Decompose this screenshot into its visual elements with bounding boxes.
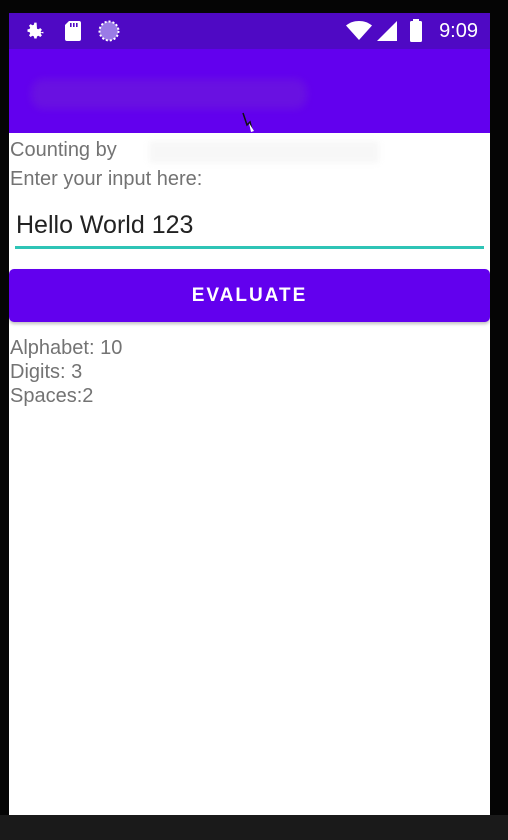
alphabet-count: Alphabet: 10	[10, 337, 123, 359]
sd-card-icon	[63, 13, 83, 49]
gear-icon	[23, 13, 47, 49]
mouse-cursor-icon	[241, 111, 257, 138]
text-input[interactable]	[15, 205, 485, 245]
input-prompt-label: Enter your input here:	[10, 168, 203, 190]
input-underline	[15, 246, 484, 249]
spaces-count: Spaces:2	[10, 385, 94, 407]
digits-count: Digits: 3	[10, 361, 83, 383]
bottom-bezel	[0, 815, 508, 840]
sync-icon	[97, 13, 121, 49]
evaluate-button[interactable]: EVALUATE	[9, 269, 490, 322]
redacted-author	[149, 141, 379, 163]
device-frame: 9:09 Counting by Enter your input here: …	[0, 0, 508, 840]
redacted-title	[31, 79, 307, 109]
signal-icon	[375, 13, 399, 49]
text-input-field[interactable]	[15, 205, 485, 249]
app-bar	[9, 49, 490, 133]
battery-icon	[409, 13, 423, 49]
status-time: 9:09	[439, 20, 478, 42]
status-bar: 9:09	[9, 13, 490, 49]
counting-label: Counting by	[10, 139, 117, 161]
wifi-icon	[345, 13, 373, 49]
phone-screen: 9:09 Counting by Enter your input here: …	[9, 13, 490, 815]
